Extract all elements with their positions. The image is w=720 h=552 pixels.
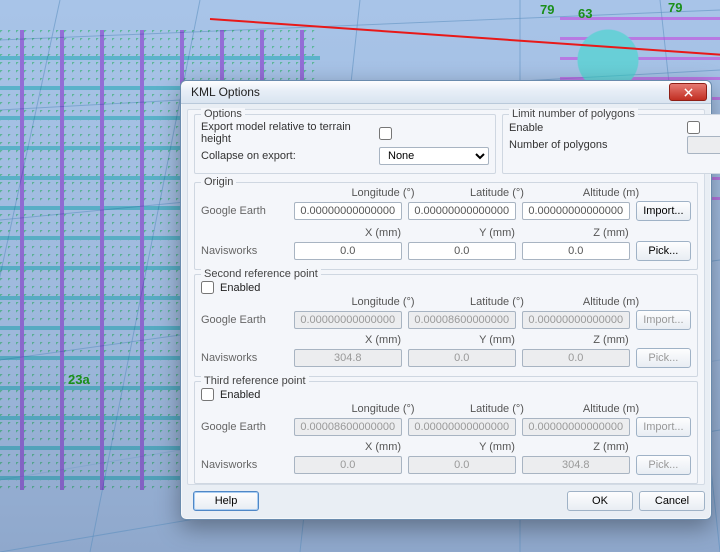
y-header: Y (mm) bbox=[443, 334, 551, 346]
altitude-header: Altitude (m) bbox=[557, 296, 665, 308]
collapse-label: Collapse on export: bbox=[201, 150, 373, 162]
second-z-input bbox=[522, 349, 630, 367]
second-enabled-label: Enabled bbox=[220, 282, 260, 294]
dim-label: 79 bbox=[668, 0, 682, 15]
origin-lat-input[interactable] bbox=[408, 202, 516, 220]
numpoly-input bbox=[687, 136, 720, 154]
origin-pick-button[interactable]: Pick... bbox=[636, 241, 691, 261]
options-group: Options Export model relative to terrain… bbox=[194, 114, 496, 174]
navisworks-label: Navisworks bbox=[201, 459, 288, 471]
enable-limit-label: Enable bbox=[509, 122, 681, 134]
navisworks-label: Navisworks bbox=[201, 352, 288, 364]
third-enabled-checkbox[interactable] bbox=[201, 388, 214, 401]
limit-polygons-group: Limit number of polygons Enable Number o… bbox=[502, 114, 720, 174]
help-button[interactable]: Help bbox=[193, 491, 259, 511]
longitude-header: Longitude (°) bbox=[329, 296, 437, 308]
x-header: X (mm) bbox=[329, 441, 437, 453]
origin-xyz-headers: X (mm) Y (mm) Z (mm) bbox=[329, 227, 691, 239]
altitude-header: Altitude (m) bbox=[557, 403, 665, 415]
third-z-input bbox=[522, 456, 630, 474]
dialog-title: KML Options bbox=[185, 85, 669, 99]
second-geo-headers: Longitude (°) Latitude (°) Altitude (m) bbox=[329, 296, 691, 308]
options-legend: Options bbox=[201, 108, 245, 120]
second-enabled-checkbox[interactable] bbox=[201, 281, 214, 294]
third-lat-input bbox=[408, 418, 516, 436]
latitude-header: Latitude (°) bbox=[443, 403, 551, 415]
z-header: Z (mm) bbox=[557, 334, 665, 346]
third-xyz-headers: X (mm) Y (mm) Z (mm) bbox=[329, 441, 691, 453]
google-earth-label: Google Earth bbox=[201, 205, 288, 217]
kml-options-dialog: KML Options Options Export model relativ… bbox=[180, 80, 712, 520]
google-earth-label: Google Earth bbox=[201, 421, 288, 433]
second-lon-input bbox=[294, 311, 402, 329]
second-xyz-headers: X (mm) Y (mm) Z (mm) bbox=[329, 334, 691, 346]
dialog-body: Options Export model relative to terrain… bbox=[187, 109, 705, 485]
second-legend: Second reference point bbox=[201, 268, 321, 280]
navisworks-label: Navisworks bbox=[201, 245, 288, 257]
x-header: X (mm) bbox=[329, 334, 437, 346]
z-header: Z (mm) bbox=[557, 227, 665, 239]
origin-x-input[interactable] bbox=[294, 242, 402, 260]
origin-import-button[interactable]: Import... bbox=[636, 201, 691, 221]
latitude-header: Latitude (°) bbox=[443, 296, 551, 308]
dialog-footer: Help OK Cancel bbox=[187, 489, 705, 513]
origin-z-input[interactable] bbox=[522, 242, 630, 260]
second-lat-input bbox=[408, 311, 516, 329]
origin-lon-input[interactable] bbox=[294, 202, 402, 220]
third-ref-group: Third reference point Enabled Longitude … bbox=[194, 381, 698, 484]
origin-legend: Origin bbox=[201, 176, 236, 188]
dim-label: 79 bbox=[540, 2, 554, 17]
third-pick-button: Pick... bbox=[636, 455, 691, 475]
enable-limit-checkbox[interactable] bbox=[687, 121, 700, 134]
third-lon-input bbox=[294, 418, 402, 436]
dim-label: 23a bbox=[68, 372, 90, 387]
latitude-header: Latitude (°) bbox=[443, 187, 551, 199]
dim-label: 63 bbox=[578, 6, 592, 21]
third-legend: Third reference point bbox=[201, 375, 309, 387]
limit-legend: Limit number of polygons bbox=[509, 108, 638, 120]
second-y-input bbox=[408, 349, 516, 367]
close-icon bbox=[684, 88, 693, 97]
second-pick-button: Pick... bbox=[636, 348, 691, 368]
google-earth-label: Google Earth bbox=[201, 314, 288, 326]
z-header: Z (mm) bbox=[557, 441, 665, 453]
third-x-input bbox=[294, 456, 402, 474]
second-x-input bbox=[294, 349, 402, 367]
collapse-select[interactable]: None bbox=[379, 147, 489, 165]
third-geo-headers: Longitude (°) Latitude (°) Altitude (m) bbox=[329, 403, 691, 415]
numpoly-label: Number of polygons bbox=[509, 139, 681, 151]
y-header: Y (mm) bbox=[443, 441, 551, 453]
third-import-button: Import... bbox=[636, 417, 691, 437]
origin-group: Origin Longitude (°) Latitude (°) Altitu… bbox=[194, 182, 698, 270]
ok-button[interactable]: OK bbox=[567, 491, 633, 511]
longitude-header: Longitude (°) bbox=[329, 403, 437, 415]
close-button[interactable] bbox=[669, 83, 707, 101]
origin-alt-input[interactable] bbox=[522, 202, 630, 220]
third-alt-input bbox=[522, 418, 630, 436]
x-header: X (mm) bbox=[329, 227, 437, 239]
y-header: Y (mm) bbox=[443, 227, 551, 239]
export-relative-checkbox[interactable] bbox=[379, 127, 392, 140]
origin-y-input[interactable] bbox=[408, 242, 516, 260]
longitude-header: Longitude (°) bbox=[329, 187, 437, 199]
cancel-button[interactable]: Cancel bbox=[639, 491, 705, 511]
origin-geo-headers: Longitude (°) Latitude (°) Altitude (m) bbox=[329, 187, 691, 199]
titlebar[interactable]: KML Options bbox=[181, 81, 711, 104]
third-y-input bbox=[408, 456, 516, 474]
third-enabled-label: Enabled bbox=[220, 389, 260, 401]
export-relative-label: Export model relative to terrain height bbox=[201, 121, 373, 145]
second-ref-group: Second reference point Enabled Longitude… bbox=[194, 274, 698, 377]
second-alt-input bbox=[522, 311, 630, 329]
altitude-header: Altitude (m) bbox=[557, 187, 665, 199]
second-import-button: Import... bbox=[636, 310, 691, 330]
